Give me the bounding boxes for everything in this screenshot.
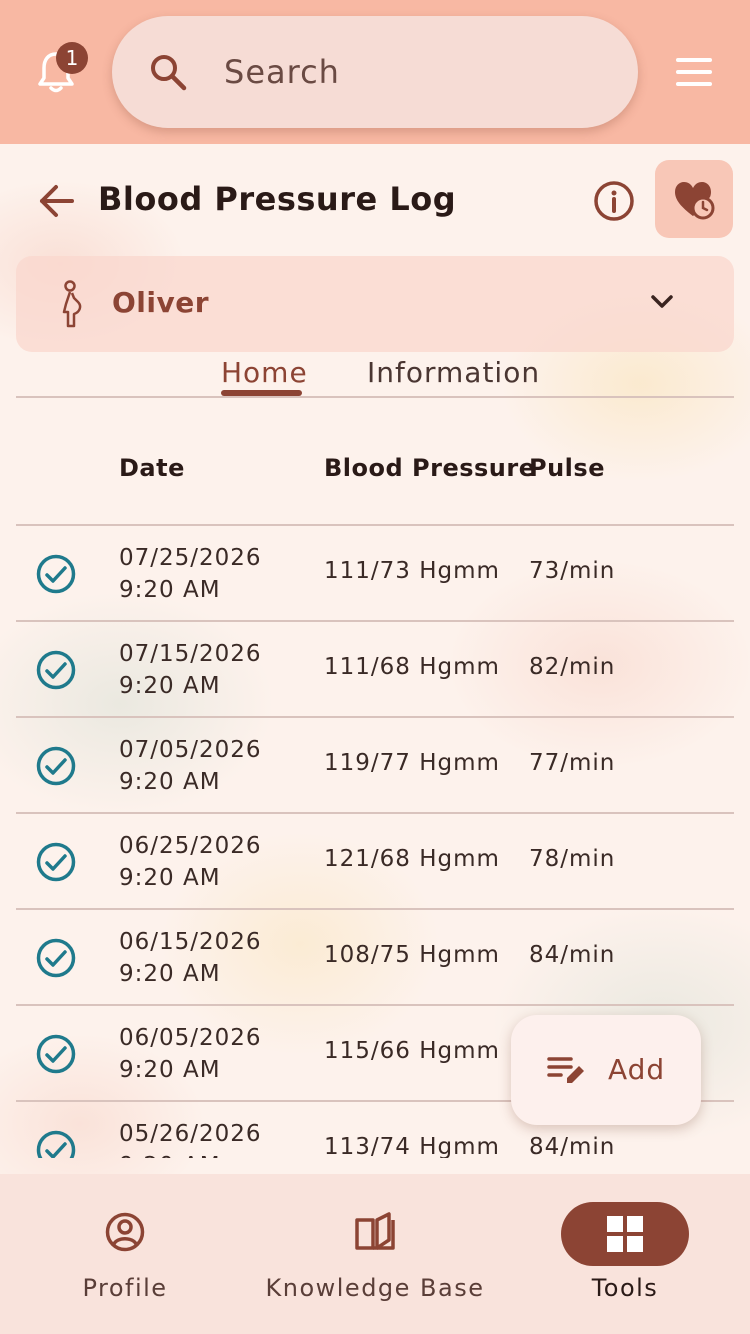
check-circle-icon — [36, 1130, 76, 1158]
check-circle-icon — [36, 554, 76, 594]
book-icon — [355, 1212, 395, 1250]
row-pulse: 78/min — [529, 846, 616, 872]
row-date: 06/25/2026 9:20 AM — [119, 830, 262, 894]
row-pulse: 84/min — [529, 1134, 616, 1158]
row-blood-pressure: 111/73 Hgmm — [324, 558, 500, 584]
check-circle-icon — [36, 938, 76, 978]
row-pulse: 77/min — [529, 750, 616, 776]
check-circle-icon — [36, 746, 76, 786]
row-date: 07/25/2026 9:20 AM — [119, 542, 262, 606]
check-circle-icon — [36, 650, 76, 690]
row-date-day: 06/15/2026 — [119, 929, 262, 955]
profile-icon — [105, 1212, 145, 1252]
row-pulse: 82/min — [529, 654, 616, 680]
grid-icon — [607, 1216, 643, 1252]
row-blood-pressure: 115/66 Hgmm — [324, 1038, 500, 1064]
row-blood-pressure: 111/68 Hgmm — [324, 654, 500, 680]
nav-item-profile[interactable]: Profile — [0, 1174, 250, 1334]
edit-note-icon — [547, 1057, 584, 1083]
row-date-day: 07/05/2026 — [119, 737, 262, 763]
row-date-day: 05/26/2026 — [119, 1121, 262, 1147]
row-date-time: 9:20 AM — [119, 1150, 262, 1158]
row-date: 06/05/2026 9:20 AM — [119, 1022, 262, 1086]
bottom-navigation: Profile Knowledge Base Tools — [0, 1174, 750, 1334]
row-pulse: 84/min — [529, 942, 616, 968]
row-blood-pressure: 113/74 Hgmm — [324, 1134, 500, 1158]
row-pulse: 73/min — [529, 558, 616, 584]
check-circle-icon — [36, 1034, 76, 1074]
row-blood-pressure: 121/68 Hgmm — [324, 846, 500, 872]
row-date: 05/26/2026 9:20 AM — [119, 1118, 262, 1158]
nav-label-tools: Tools — [591, 1274, 659, 1302]
row-date-day: 06/25/2026 — [119, 833, 262, 859]
check-circle-icon — [36, 842, 76, 882]
row-date-time: 9:20 AM — [119, 865, 221, 891]
table-row[interactable]: 07/25/2026 9:20 AM 111/73 Hgmm 73/min — [16, 526, 734, 622]
row-date-time: 9:20 AM — [119, 1057, 221, 1083]
table-row[interactable]: 07/15/2026 9:20 AM 111/68 Hgmm 82/min — [16, 622, 734, 718]
table-row[interactable]: 06/15/2026 9:20 AM 108/75 Hgmm 84/min — [16, 910, 734, 1006]
nav-item-knowledge-base[interactable]: Knowledge Base — [250, 1174, 500, 1334]
row-date-time: 9:20 AM — [119, 577, 221, 603]
add-button-label: Add — [608, 1053, 666, 1086]
row-date: 07/15/2026 9:20 AM — [119, 638, 262, 702]
row-date-day: 07/25/2026 — [119, 545, 262, 571]
row-blood-pressure: 108/75 Hgmm — [324, 942, 500, 968]
row-date-time: 9:20 AM — [119, 961, 221, 987]
table-row[interactable]: 07/05/2026 9:20 AM 119/77 Hgmm 77/min — [16, 718, 734, 814]
row-date-day: 06/05/2026 — [119, 1025, 262, 1051]
row-date-time: 9:20 AM — [119, 673, 221, 699]
row-date: 06/15/2026 9:20 AM — [119, 926, 262, 990]
column-header-pulse: Pulse — [529, 454, 605, 482]
nav-label-profile: Profile — [82, 1274, 168, 1302]
row-blood-pressure: 119/77 Hgmm — [324, 750, 500, 776]
table-header: Date Blood Pressure Pulse — [16, 398, 734, 526]
active-nav-indicator — [561, 1202, 689, 1266]
table-viewport: Date Blood Pressure Pulse 07/25/2026 9:20… — [0, 0, 750, 1158]
row-date-time: 9:20 AM — [119, 769, 221, 795]
column-header-date: Date — [119, 454, 185, 482]
column-header-blood-pressure: Blood Pressure — [324, 454, 536, 482]
nav-label-knowledge-base: Knowledge Base — [265, 1274, 485, 1302]
add-entry-button[interactable]: Add — [511, 1015, 701, 1125]
table-row[interactable]: 06/25/2026 9:20 AM 121/68 Hgmm 78/min — [16, 814, 734, 910]
row-date-day: 07/15/2026 — [119, 641, 262, 667]
nav-item-tools[interactable]: Tools — [500, 1174, 750, 1334]
row-date: 07/05/2026 9:20 AM — [119, 734, 262, 798]
